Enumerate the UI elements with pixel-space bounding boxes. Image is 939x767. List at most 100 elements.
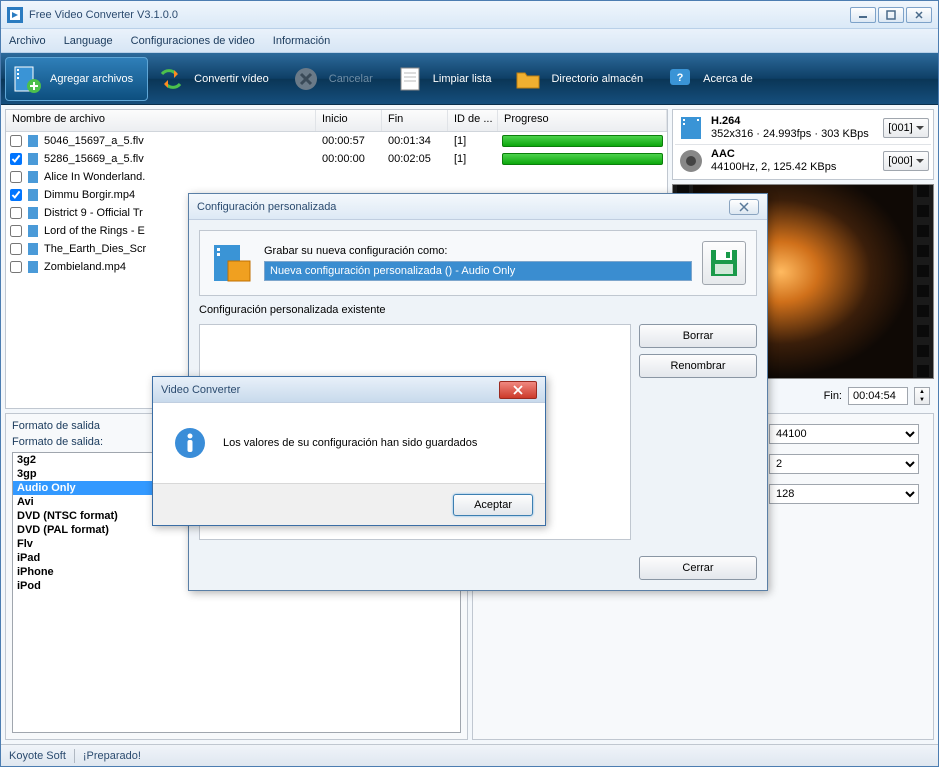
file-icon <box>26 152 40 166</box>
film-box-icon <box>210 241 254 285</box>
msg-close-button[interactable] <box>499 381 537 399</box>
file-checkbox[interactable] <box>10 171 22 183</box>
audio-codec-row: AAC44100Hz, 2, 125.42 KBps [000] <box>675 145 931 177</box>
limpiar-label: Limpiar lista <box>433 73 492 85</box>
audio-codec-icon <box>677 147 705 175</box>
dialog-close-button[interactable] <box>729 199 759 215</box>
statusbar: Koyote Soft ¡Preparado! <box>1 744 938 766</box>
fin-spinner[interactable]: ▲▼ <box>914 387 930 405</box>
convertir-label: Convertir vídeo <box>194 73 269 85</box>
status-message: ¡Preparado! <box>83 750 141 762</box>
file-name: District 9 - Official Tr <box>44 207 143 219</box>
audio-codec-detail: 44100Hz, 2, 125.42 KBps <box>711 161 836 173</box>
file-icon <box>26 224 40 238</box>
file-icon <box>26 242 40 256</box>
table-row[interactable]: 5046_15697_a_5.flv00:00:5700:01:34[1] <box>6 132 667 150</box>
menu-language[interactable]: Language <box>64 35 113 47</box>
minimize-button[interactable] <box>850 7 876 23</box>
file-name: Dimmu Borgir.mp4 <box>44 189 135 201</box>
folder-icon <box>513 64 543 94</box>
file-list-header: Nombre de archivo Inicio Fin ID de ... P… <box>6 110 667 132</box>
convertir-button[interactable]: Convertir vídeo <box>150 57 283 101</box>
file-name: Zombieland.mp4 <box>44 261 126 273</box>
window-title: Free Video Converter V3.1.0.0 <box>29 9 850 21</box>
menu-info[interactable]: Información <box>273 35 330 47</box>
msg-titlebar: Video Converter <box>153 377 545 403</box>
info-icon <box>173 426 207 460</box>
file-icon <box>26 206 40 220</box>
dialog-titlebar: Configuración personalizada <box>189 194 767 220</box>
file-checkbox[interactable] <box>10 135 22 147</box>
menubar: Archivo Language Configuraciones de vide… <box>1 29 938 53</box>
table-row[interactable]: Alice In Wonderland. <box>6 168 667 186</box>
chevron-down-icon <box>916 126 924 131</box>
save-label: Grabar su nueva configuración como: <box>264 245 692 257</box>
maximize-button[interactable] <box>878 7 904 23</box>
dialog-title: Configuración personalizada <box>197 201 729 213</box>
close-button[interactable] <box>906 7 932 23</box>
film-strip-icon <box>913 185 933 378</box>
progress-bar <box>502 135 663 147</box>
table-row[interactable]: 5286_15669_a_5.flv00:00:0000:02:05[1] <box>6 150 667 168</box>
menu-config[interactable]: Configuraciones de video <box>131 35 255 47</box>
convert-icon <box>156 64 186 94</box>
video-codec-name: H.264 <box>711 115 740 127</box>
film-add-icon <box>12 64 42 94</box>
agregar-archivos-button[interactable]: Agregar archivos <box>5 57 148 101</box>
audio-codec-select[interactable]: [000] <box>883 151 929 171</box>
acerca-button[interactable]: ? Acerca de <box>659 57 767 101</box>
codec-info: H.264352x316 · 24.993fps · 303 KBps [001… <box>672 109 934 180</box>
limpiar-button[interactable]: Limpiar lista <box>389 57 506 101</box>
acerca-label: Acerca de <box>703 73 753 85</box>
agregar-label: Agregar archivos <box>50 73 133 85</box>
file-icon <box>26 188 40 202</box>
cancelar-button: Cancelar <box>285 57 387 101</box>
col-progreso[interactable]: Progreso <box>498 110 667 131</box>
file-checkbox[interactable] <box>10 243 22 255</box>
file-checkbox[interactable] <box>10 261 22 273</box>
video-codec-icon <box>677 114 705 142</box>
file-name: Lord of the Rings - E <box>44 225 145 237</box>
file-icon <box>26 170 40 184</box>
chevron-down-icon <box>916 159 924 164</box>
renombrar-button[interactable]: Renombrar <box>639 354 757 378</box>
audio-codec-name: AAC <box>711 148 735 160</box>
file-checkbox[interactable] <box>10 153 22 165</box>
file-icon <box>26 134 40 148</box>
fin-label: Fin: <box>824 390 842 402</box>
fin-input[interactable] <box>848 387 908 405</box>
file-checkbox[interactable] <box>10 189 22 201</box>
config-name-input[interactable] <box>264 261 692 281</box>
video-codec-detail: 352x316 · 24.993fps · 303 KBps <box>711 128 869 140</box>
msg-title: Video Converter <box>161 384 499 396</box>
frecuencia-select[interactable]: 44100 <box>769 424 919 444</box>
bitrate-select[interactable]: 128 <box>769 484 919 504</box>
existing-label: Configuración personalizada existente <box>199 304 757 316</box>
msg-text: Los valores de su configuración han sido… <box>223 437 477 449</box>
cerrar-button[interactable]: Cerrar <box>639 556 757 580</box>
message-dialog: Video Converter Los valores de su config… <box>152 376 546 526</box>
status-vendor: Koyote Soft <box>9 750 66 762</box>
progress-bar <box>502 153 663 165</box>
save-config-button[interactable] <box>702 241 746 285</box>
file-name: 5286_15669_a_5.flv <box>44 153 144 165</box>
file-icon <box>26 260 40 274</box>
file-checkbox[interactable] <box>10 225 22 237</box>
directorio-button[interactable]: Directorio almacén <box>507 57 657 101</box>
aceptar-button[interactable]: Aceptar <box>453 494 533 516</box>
cancelar-label: Cancelar <box>329 73 373 85</box>
clear-list-icon <box>395 64 425 94</box>
floppy-disk-icon <box>708 247 740 279</box>
toolbar: Agregar archivos Convertir vídeo Cancela… <box>1 53 938 105</box>
borrar-button[interactable]: Borrar <box>639 324 757 348</box>
file-name: 5046_15697_a_5.flv <box>44 135 144 147</box>
col-fin[interactable]: Fin <box>382 110 448 131</box>
app-icon <box>7 7 23 23</box>
file-checkbox[interactable] <box>10 207 22 219</box>
menu-archivo[interactable]: Archivo <box>9 35 46 47</box>
col-inicio[interactable]: Inicio <box>316 110 382 131</box>
video-codec-select[interactable]: [001] <box>883 118 929 138</box>
canal-select[interactable]: 2 <box>769 454 919 474</box>
col-name[interactable]: Nombre de archivo <box>6 110 316 131</box>
col-id[interactable]: ID de ... <box>448 110 498 131</box>
